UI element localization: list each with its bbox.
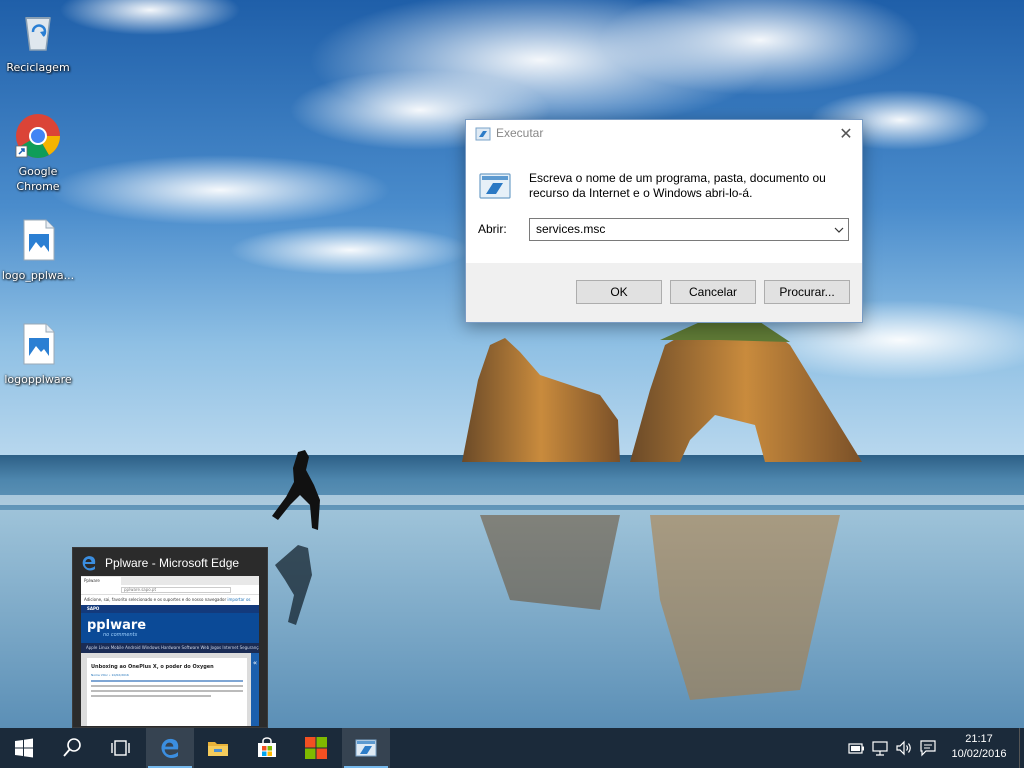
open-combobox[interactable]: services.msc — [529, 218, 849, 241]
file-explorer-taskbar-button[interactable] — [194, 728, 242, 768]
desktop-icon-label: logopplware — [4, 373, 72, 386]
run-icon — [355, 739, 377, 757]
browse-button[interactable]: Procurar... — [764, 280, 850, 304]
edge-icon — [161, 738, 179, 759]
desktop-icon-label: logo_pplwa... — [1, 269, 75, 282]
recycle-bin-icon — [14, 8, 62, 56]
preview-tab — [123, 577, 163, 585]
preview-text-line — [91, 685, 243, 687]
preview-article-card: Unboxing ao OnePlus X, o poder do Oxygen… — [87, 658, 247, 726]
task-view-button[interactable] — [96, 728, 144, 768]
run-program-icon — [479, 173, 511, 199]
preview-address-bar: pplware.sapo.pt — [81, 585, 259, 595]
chevron-down-icon[interactable] — [830, 219, 848, 240]
preview-text-line — [91, 690, 243, 692]
clock-date: 10/02/2016 — [951, 748, 1007, 760]
store-icon — [258, 737, 276, 757]
desktop-icon-logo-pplware-file[interactable]: logo_pplwa... — [0, 216, 76, 283]
preview-side-tab: « — [251, 653, 259, 726]
preview-text-line — [91, 695, 211, 697]
image-file-icon — [14, 216, 62, 264]
run-icon — [475, 127, 491, 141]
open-input[interactable]: services.msc — [536, 222, 605, 236]
image-file-icon — [14, 320, 62, 368]
battery-icon[interactable] — [846, 738, 866, 758]
run-dialog-title: Executar — [496, 126, 544, 140]
desktop-icon-chrome[interactable]: Google Chrome — [0, 112, 76, 194]
preview-site-tagline: no comments — [103, 632, 138, 638]
ok-button[interactable]: OK — [576, 280, 662, 304]
run-dialog-body: Escreva o nome de um programa, pasta, do… — [466, 149, 862, 263]
preview-address: pplware.sapo.pt — [121, 587, 231, 593]
preview-site-logo: pplware — [87, 618, 147, 633]
windows-logo-icon — [15, 738, 33, 758]
desktop-icon-label: Reciclagem — [6, 61, 70, 74]
preview-sapo-strip: SAPO — [81, 605, 259, 613]
close-button[interactable]: ✕ — [830, 120, 862, 149]
office-icon — [305, 737, 327, 759]
start-button[interactable] — [0, 728, 48, 768]
preview-article-headline: Unboxing ao OnePlus X, o poder do Oxygen — [91, 664, 214, 670]
network-icon[interactable] — [870, 738, 890, 758]
edge-icon — [82, 556, 96, 571]
cancel-button[interactable]: Cancelar — [670, 280, 756, 304]
preview-site-banner: pplware no comments — [81, 613, 259, 643]
action-center-icon[interactable] — [918, 738, 938, 758]
close-icon: ✕ — [839, 124, 853, 143]
preview-article-meta: Nome Vitor • 10/02/2016 — [91, 673, 129, 677]
show-desktop-button[interactable] — [1019, 728, 1024, 768]
taskbar-clock[interactable]: 21:17 10/02/2016 — [944, 732, 1014, 762]
preview-tab-strip: Pplware — [81, 576, 259, 585]
chrome-icon — [14, 112, 62, 160]
clock-time: 21:17 — [965, 733, 993, 745]
open-label: Abrir: — [478, 222, 507, 236]
run-dialog-footer: OK Cancelar Procurar... — [466, 263, 862, 322]
search-icon — [63, 738, 81, 757]
preview-notice: Adicione, sai, favorito selecionado e os… — [81, 595, 259, 612]
browser-preview: Pplware pplware.sapo.pt Adicione, sai, f… — [81, 576, 259, 726]
folder-icon — [208, 742, 228, 756]
thumbnail-title: Pplware - Microsoft Edge — [105, 556, 240, 570]
run-dialog-description: Escreva o nome de um programa, pasta, do… — [529, 171, 826, 200]
desktop-icon-recycle-bin[interactable]: Reciclagem — [0, 8, 76, 75]
preview-notice-text: Adicione, sai, favorito selecionado e os… — [84, 597, 227, 602]
preview-tab: Pplware — [81, 577, 121, 585]
preview-content: Unboxing ao OnePlus X, o poder do Oxygen… — [81, 653, 259, 726]
office-taskbar-button[interactable] — [292, 728, 340, 768]
store-taskbar-button[interactable] — [243, 728, 291, 768]
preview-site-nav: Apple Linux Mobile Android Windows Hardw… — [81, 643, 259, 653]
volume-icon[interactable] — [894, 738, 914, 758]
edge-taskbar-button[interactable] — [146, 728, 194, 768]
run-dialog[interactable]: Executar ✕ Escreva o nome de um programa… — [465, 119, 863, 323]
desktop-icon-logopplware-file[interactable]: logopplware — [0, 320, 76, 387]
edge-thumbnail-preview[interactable]: Pplware - Microsoft Edge Pplware pplware… — [72, 547, 268, 728]
task-view-icon — [111, 740, 130, 756]
taskbar: 21:17 10/02/2016 — [0, 728, 1024, 768]
desktop-icon-label: Google Chrome — [16, 165, 60, 193]
preview-sapo-label: SAPO — [87, 606, 100, 611]
search-button[interactable] — [48, 728, 96, 768]
run-dialog-titlebar[interactable]: Executar ✕ — [466, 120, 862, 149]
preview-text-line — [91, 680, 243, 682]
run-taskbar-button[interactable] — [342, 728, 390, 768]
